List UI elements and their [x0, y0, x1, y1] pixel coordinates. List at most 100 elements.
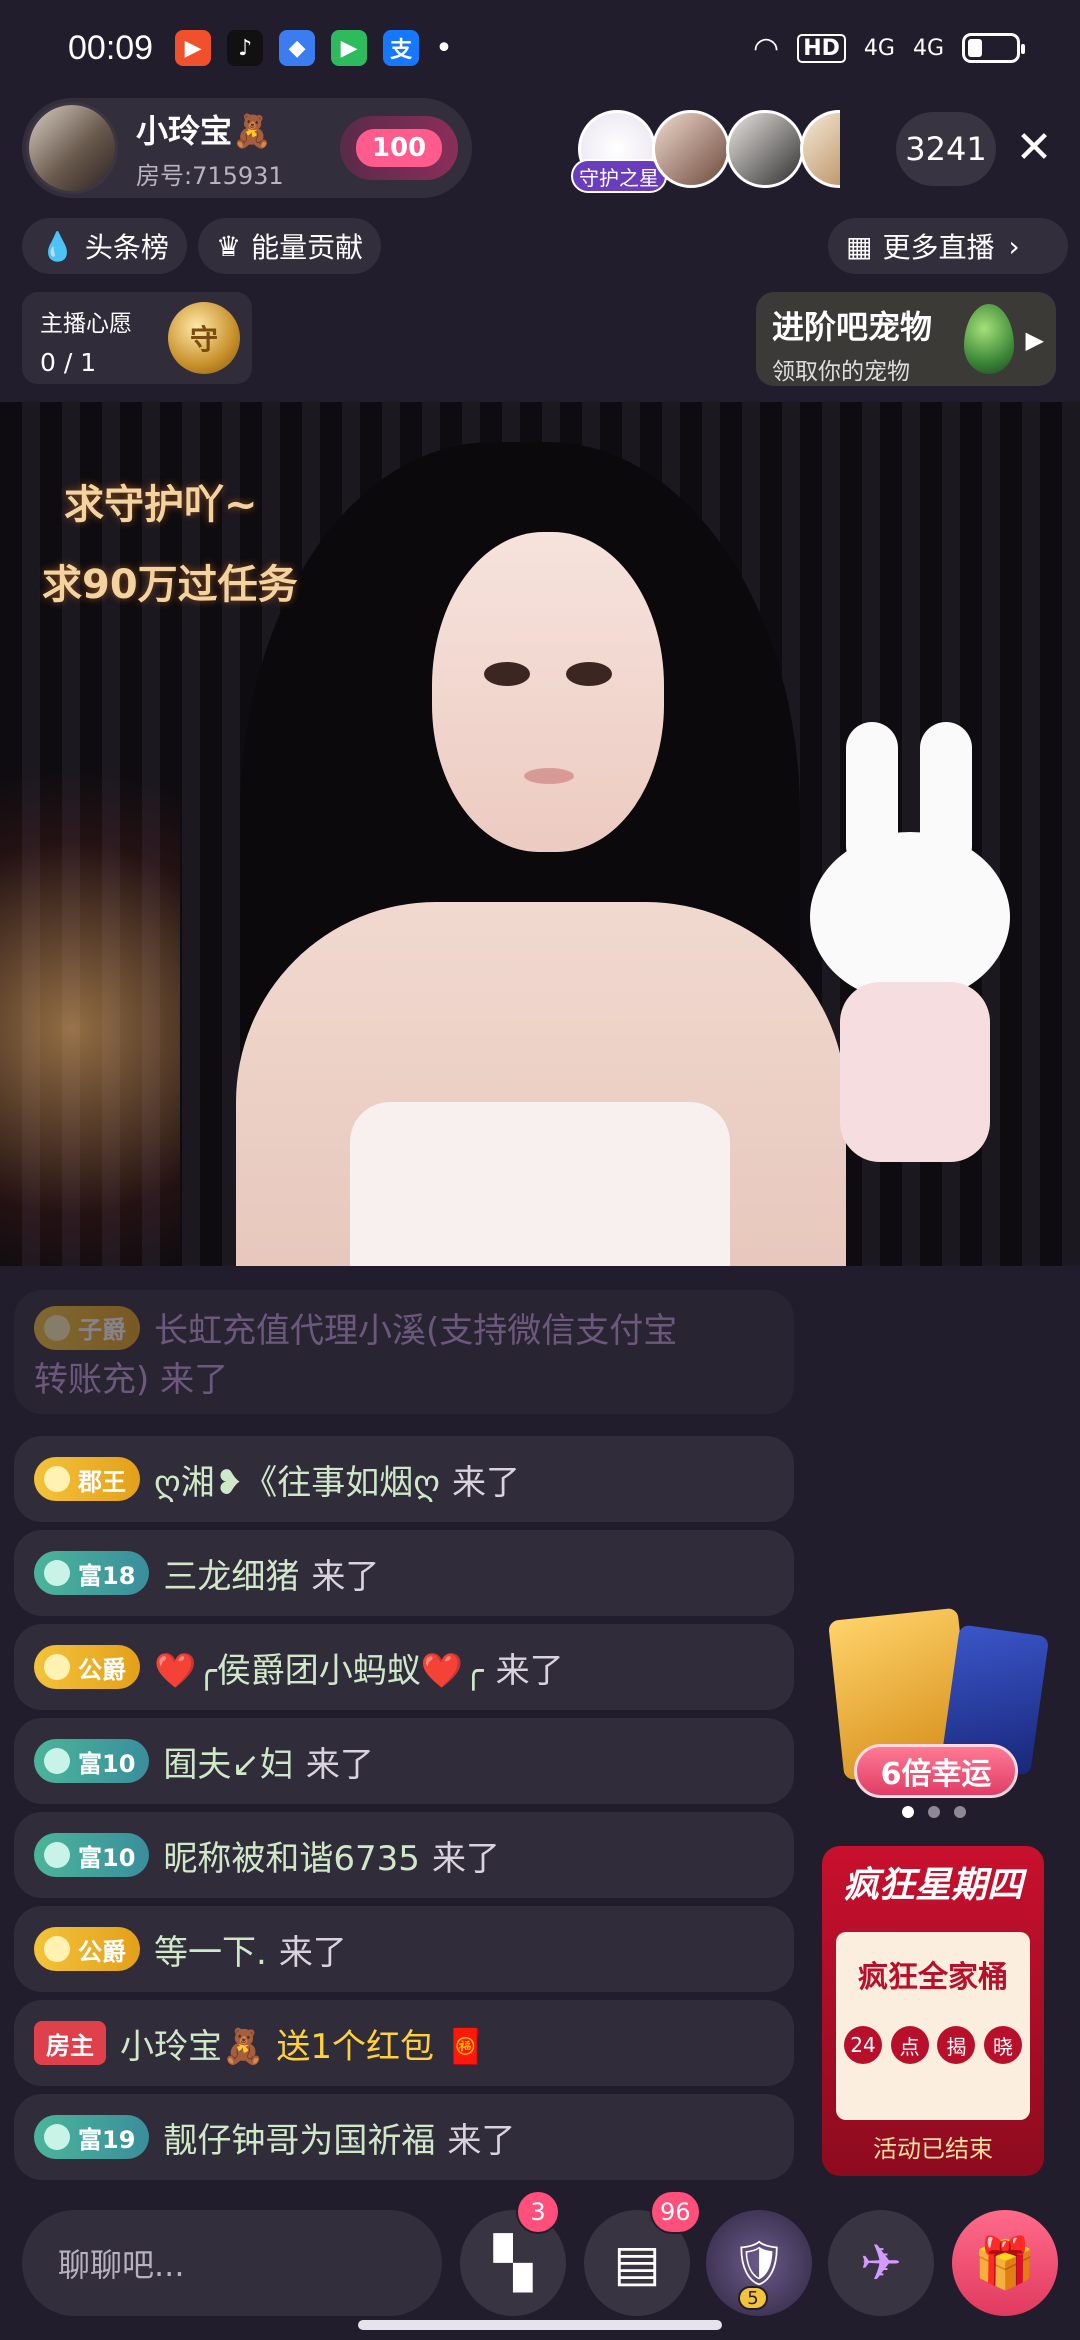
lucky-label: 6倍幸运 [854, 1744, 1018, 1798]
wealth-badge: 富10 [34, 1833, 150, 1877]
chat-username: 三龙细猪 [163, 1556, 300, 1597]
notes-app-icon: ◆ [279, 30, 316, 66]
close-icon[interactable]: ✕ [1012, 122, 1056, 174]
rank-badge: 郡王 [34, 1457, 140, 1501]
rank-badge: 公爵 [34, 1645, 140, 1689]
chat-username: 长虹充值代理小溪(支持微信支付宝 [154, 1311, 678, 1351]
chat-message[interactable]: 郡王 ღ湘❥《往事如烟ღ 来了 [14, 1436, 794, 1522]
chat-username: 靓仔钟哥为国祈福 [163, 2120, 436, 2161]
guard-star-badge: 守护之星 [571, 159, 667, 193]
video-player-icon: ▶ [331, 30, 368, 66]
chat-message[interactable]: 富10 囿夫↙妇 来了 [14, 1718, 794, 1804]
message-icon: ▤ [613, 2234, 661, 2292]
chat-text: 来了 [495, 1650, 564, 1691]
chat-username: ღ湘❥《往事如烟ღ [154, 1462, 440, 1503]
signal-4g-icon-2: 4G [912, 35, 944, 61]
host-name: 小玲宝🧸 [136, 111, 272, 150]
overlay-text-1: 求守护吖~ [64, 482, 258, 528]
status-bar: 00:09 ▶ ♪ ◆ ▶ 支 • ◠ HD 4G 4G [0, 0, 1080, 96]
warrior-avatar-icon: 🛡 [731, 2238, 787, 2289]
fairy-lights [0, 672, 180, 1266]
chat-message[interactable]: 房主 小玲宝🧸 送1个红包 🧧 [14, 2000, 794, 2086]
wealth-badge: 富19 [34, 2115, 150, 2159]
host-avatar[interactable] [26, 102, 118, 194]
gift-button[interactable]: 🎁 [952, 2210, 1058, 2316]
host-info-bar[interactable]: 小玲宝🧸 房号:715931 100 [22, 98, 472, 198]
home-indicator[interactable] [358, 2320, 722, 2330]
promo-chip: 晓 [983, 2026, 1022, 2064]
chat-message[interactable]: 富18 三龙细猪 来了 [14, 1530, 794, 1616]
crown-icon: ♛ [216, 229, 242, 263]
play-arrow-icon: ▶ [1025, 326, 1044, 354]
crazy-thursday-promo[interactable]: 疯狂星期四 疯狂全家桶 24 点 揭 晓 活动已结束 [822, 1846, 1044, 2176]
chat-username: 小玲宝🧸 [120, 2026, 265, 2067]
gift-icon: 🎁 [973, 2233, 1037, 2292]
drop-icon: 💧 [40, 229, 75, 263]
signal-4g-icon: 4G [863, 35, 895, 61]
chat-message[interactable]: 富10 昵称被和谐6735 来了 [14, 1812, 794, 1898]
chat-text: 来了 [278, 1932, 347, 1973]
apps-badge: 3 [516, 2190, 560, 2234]
chat-message[interactable]: 公爵 ❤️╭侯爵团小蚂蚁❤️╭ 来了 [14, 1624, 794, 1710]
room-id: 房号:715931 [136, 161, 284, 190]
viewer-avatar[interactable] [652, 110, 730, 188]
promo-chip: 24 [844, 2026, 882, 2064]
messages-badge: 96 [650, 2190, 701, 2234]
viewer-avatar-guard[interactable]: 守护之星 [571, 110, 667, 193]
chat-message[interactable]: 富19 靓仔钟哥为国祈福 来了 [14, 2094, 794, 2180]
chat-username: 等一下. [154, 1932, 267, 1973]
viewer-avatar[interactable] [800, 110, 840, 188]
headline-rank-label: 头条榜 [84, 231, 169, 264]
lucky-cards-promo[interactable]: 6倍幸运 [827, 1607, 1050, 1798]
chat-text: 来了 [431, 1838, 500, 1879]
wealth-badge: 富10 [34, 1739, 150, 1783]
overlay-text-2: 求90万过任务 [42, 562, 298, 608]
chat-text: 来了 [451, 1462, 520, 1503]
promo-chip: 揭 [937, 2026, 976, 2064]
guard-medal-icon: 守 [168, 302, 240, 374]
guard-level: 5 [738, 2286, 768, 2310]
alipay-icon: 支 [383, 30, 420, 66]
host-wish-card[interactable]: 主播心愿 0 / 1 守 [22, 292, 252, 384]
more-live-button[interactable]: ▦ 更多直播 › [828, 218, 1068, 274]
rank-badge: 子爵 [34, 1305, 140, 1350]
wealth-badge: 富18 [34, 1551, 150, 1595]
chat-text: 来了 [311, 1556, 380, 1597]
chat-input[interactable]: 聊聊吧... [22, 2210, 442, 2316]
viewer-avatar[interactable] [726, 110, 804, 188]
top-viewers: 守护之星 [571, 110, 840, 193]
streamer-face [432, 532, 664, 852]
promo-main: 疯狂全家桶 [858, 1960, 1008, 1995]
live-room-page: 00:09 ▶ ♪ ◆ ▶ 支 • ◠ HD 4G 4G 小玲宝🧸 房号:715… [0, 0, 1080, 2340]
chat-text: 转账充) 来了 [34, 1360, 229, 1400]
more-live-label: 更多直播 [882, 231, 995, 264]
origami-button[interactable]: ✈ [828, 2210, 934, 2316]
bunny-plush [810, 722, 1020, 1162]
chat-gift-text: 送1个红包 🧧 [276, 2026, 488, 2067]
wifi-icon: ◠ [753, 30, 780, 66]
paper-crane-icon: ✈ [860, 2234, 902, 2292]
headline-rank-button[interactable]: 💧 头条榜 [22, 218, 187, 274]
rank-badge: 公爵 [34, 1927, 140, 1971]
status-time: 00:09 [68, 28, 154, 67]
battery-icon [962, 33, 1025, 63]
grid-icon: ▦ [846, 229, 873, 263]
hd-icon: HD [797, 33, 846, 63]
promo-chip: 点 [890, 2026, 929, 2064]
apps-grid-icon: ▚ [493, 2234, 533, 2292]
promo-title: 疯狂星期四 [842, 1865, 1023, 1906]
pet-promo-card[interactable]: 进阶吧宠物 领取你的宠物 ▶ [756, 292, 1056, 386]
heat-badge[interactable]: 100 [340, 116, 458, 180]
heat-value: 100 [355, 129, 443, 167]
energy-contribution-button[interactable]: ♛ 能量贡献 [198, 218, 382, 274]
host-badge: 房主 [34, 2021, 106, 2065]
chevron-right-icon: › [1008, 229, 1020, 263]
viewer-count[interactable]: 3241 [896, 112, 996, 186]
chat-text: 来了 [447, 2120, 516, 2161]
chat-username: 昵称被和谐6735 [163, 1838, 420, 1879]
carousel-dots [902, 1806, 966, 1818]
chat-message[interactable]: 子爵 长虹充值代理小溪(支持微信支付宝 转账充) 来了 [14, 1290, 794, 1414]
tiktok-icon: ♪ [227, 30, 264, 66]
live-video[interactable]: 求守护吖~ 求90万过任务 [0, 402, 1080, 1266]
chat-message[interactable]: 公爵 等一下. 来了 [14, 1906, 794, 1992]
